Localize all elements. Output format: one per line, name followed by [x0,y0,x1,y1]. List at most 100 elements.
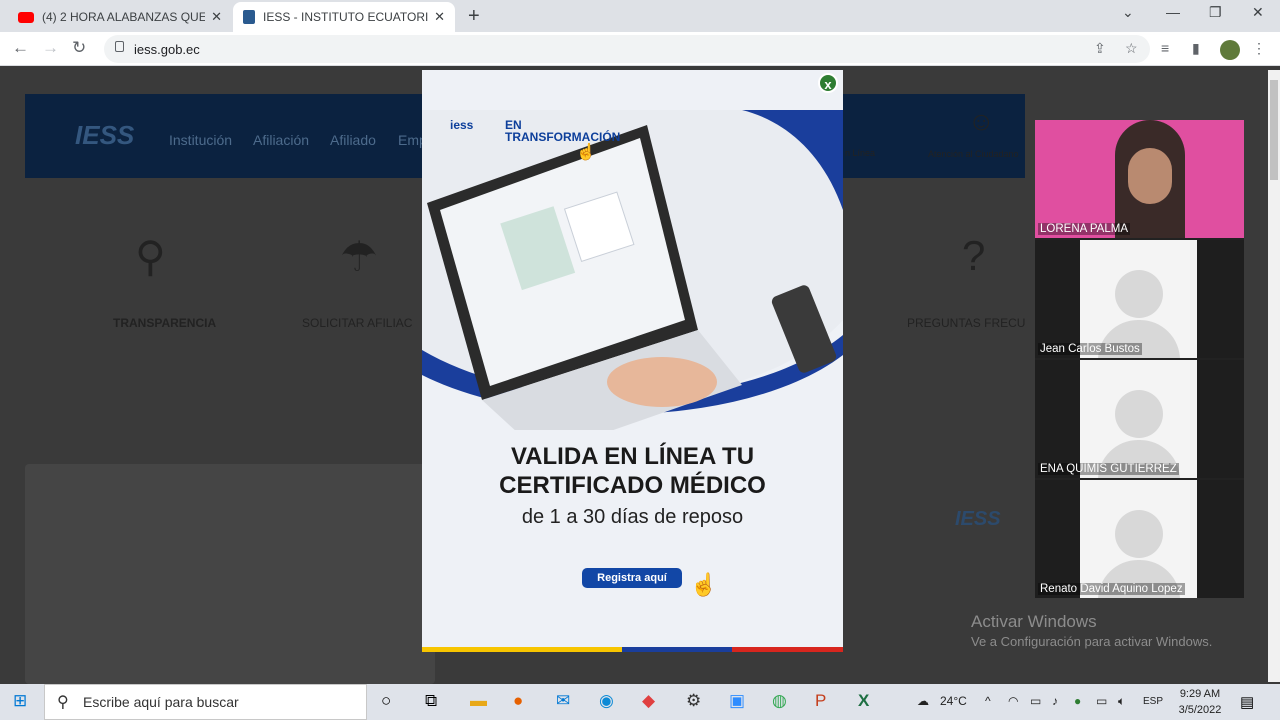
nav-afiliacion[interactable]: Afiliación [253,132,309,148]
umbrella-family-icon: ☂ [340,233,378,280]
firefox-icon[interactable]: ● [513,691,523,711]
share-icon[interactable]: ⇪ [1094,40,1106,57]
back-icon[interactable]: ← [12,38,29,58]
participant-name: LORENA PALMA [1038,223,1130,235]
browser-toolbar: ← → ↻ iess.gob.ec ⇪ ☆ ≡ ▮ ⋮ [0,32,1280,66]
reload-icon[interactable]: ↻ [72,38,86,58]
flag-red [732,647,843,652]
nav-institucion[interactable]: Institución [169,132,232,148]
microphone-icon[interactable]: ♪ [1052,694,1058,708]
address-bar[interactable]: iess.gob.ec [104,35,1150,63]
participant-name: ENA QUIMIS GUTIERREZ [1038,463,1179,475]
network-icon[interactable]: ◠ [1008,694,1018,708]
windows-taskbar: ⊞ ⚲ Escribe aquí para buscar ○ ⧉ ▬ ● ✉ ◉… [0,684,1280,720]
headline-line2: CERTIFICADO MÉDICO [499,472,766,499]
tab-youtube[interactable]: (4) 2 HORA ALABANZAS QUE FO ✕ [8,2,232,32]
clock-time: 9:29 AM [1179,688,1221,700]
close-tab-icon[interactable]: ✕ [211,9,222,25]
task-view-icon[interactable]: ⧉ [425,691,437,711]
agent-icon: ☺ [968,106,995,136]
volume-icon[interactable]: 🔈︎ [1118,694,1125,709]
site-logo[interactable]: IESS [75,120,134,151]
speaker-face [1128,148,1172,204]
edge-icon[interactable]: ◉ [599,691,614,711]
settings-gear-icon[interactable]: ⚙ [686,691,701,711]
transparency-icon: ⚲ [135,233,166,280]
flag-yellow [422,647,622,652]
quick-transparencia[interactable]: TRANSPARENCIA [113,316,216,330]
close-modal-button[interactable]: x [818,73,838,93]
lock-icon [115,41,124,52]
participant-tile[interactable]: LORENA PALMA [1035,120,1244,238]
pointer-cursor-icon: ☝ [576,144,596,161]
excel-icon[interactable]: X [858,691,869,711]
watermark-title: Activar Windows [971,612,1097,631]
cortana-icon[interactable]: ○ [381,691,391,711]
tab-title: IESS - INSTITUTO ECUATORIANO [263,10,429,24]
hero-banner[interactable] [25,464,435,684]
meet-now-icon[interactable]: ▭ [1030,694,1041,708]
weather-icon[interactable]: ☁ [917,694,929,708]
anydesk-icon[interactable]: ◆ [642,691,655,711]
powerpoint-icon[interactable]: P [815,691,826,711]
url-text: iess.gob.ec [134,41,200,57]
tab-iess[interactable]: IESS - INSTITUTO ECUATORIANO ✕ [233,2,455,32]
chrome-icon[interactable]: ◍ [772,691,787,711]
link-atencion[interactable]: Atención al Ciudadano [928,149,1019,159]
taskbar-search-box[interactable]: ⚲ Escribe aquí para buscar [44,684,367,720]
hand-click-icon: ☝ [690,572,718,597]
video-participants-panel: LORENA PALMA Jean Carlos Bustos ENA QUIM… [1035,120,1244,598]
headline-line1: VALIDA EN LÍNEA TU [510,443,755,470]
laptop-illustration [422,110,843,430]
youtube-icon [18,11,34,23]
minimize-button[interactable]: — [1166,4,1180,20]
quick-solicitar[interactable]: SOLICITAR AFILIAC [302,316,412,330]
quick-preguntas[interactable]: PREGUNTAS FRECU [907,316,1025,330]
file-explorer-icon[interactable]: ▬ [470,691,487,711]
subheadline: de 1 a 30 días de reposo [521,506,744,528]
close-window-button[interactable]: ✕ [1252,4,1264,21]
menu-icon[interactable]: ⋮ [1252,40,1266,57]
temperature-text[interactable]: 24°C [940,694,967,708]
forward-icon[interactable]: → [42,38,59,58]
page-scrollbar[interactable] [1268,70,1280,682]
watermark-subtitle: Ve a Configuración para activar Windows. [971,634,1213,649]
link-en-linea[interactable]: n Línea [845,148,875,158]
participant-tile[interactable]: Jean Carlos Bustos [1035,240,1244,358]
battery-icon[interactable]: ▭ [1096,694,1107,708]
nav-afiliado[interactable]: Afiliado [330,132,376,148]
windows-start-icon[interactable]: ⊞ [13,691,27,711]
reading-list-icon[interactable]: ≡ [1161,40,1169,56]
tab-search-icon[interactable]: ⌄ [1122,4,1134,21]
profile-avatar[interactable] [1220,40,1240,60]
bookmark-star-icon[interactable]: ☆ [1125,40,1138,57]
avatar-placeholder [1080,360,1197,478]
maximize-button[interactable]: ❐ [1209,4,1222,21]
side-panel-icon[interactable]: ▮ [1192,40,1200,57]
faq-icon: ? [962,232,986,279]
brand-logo: iess [450,118,474,132]
tab-strip: (4) 2 HORA ALABANZAS QUE FO ✕ IESS - INS… [0,0,1280,32]
participant-tile[interactable]: ENA QUIMIS GUTIERREZ [1035,360,1244,478]
avatar-placeholder [1080,240,1197,358]
close-tab-icon[interactable]: ✕ [434,9,445,25]
search-icon: ⚲ [57,694,69,711]
zoom-app-icon[interactable]: ▣ [729,691,745,711]
promo-modal: iess EN TRANSFORMACIÓN ☝ VALIDA EN LÍNEA… [422,70,843,652]
mail-icon[interactable]: ✉ [556,691,570,711]
system-clock[interactable]: 9:29 AM 3/5/2022 [1170,686,1230,718]
notifications-icon[interactable]: ▤ [1240,693,1254,711]
security-shield-icon[interactable]: ● [1074,694,1081,708]
clock-date: 3/5/2022 [1178,704,1222,716]
new-tab-button[interactable]: + [468,5,480,28]
participant-name: Renato David Aquino Lopez [1038,583,1185,595]
registra-aqui-button[interactable]: Registra aquí [582,568,682,588]
search-placeholder: Escribe aquí para buscar [83,694,239,710]
avatar-placeholder [1080,480,1197,598]
language-indicator[interactable]: ESP [1143,696,1163,707]
participant-name: Jean Carlos Bustos [1038,343,1142,355]
tray-chevron-icon[interactable]: ^ [985,694,991,708]
windows-activation-watermark: Activar Windows Ve a Configuración para … [971,612,1212,649]
participant-tile[interactable]: Renato David Aquino Lopez [1035,480,1244,598]
brand-line2: TRANSFORMACIÓN [505,130,621,144]
